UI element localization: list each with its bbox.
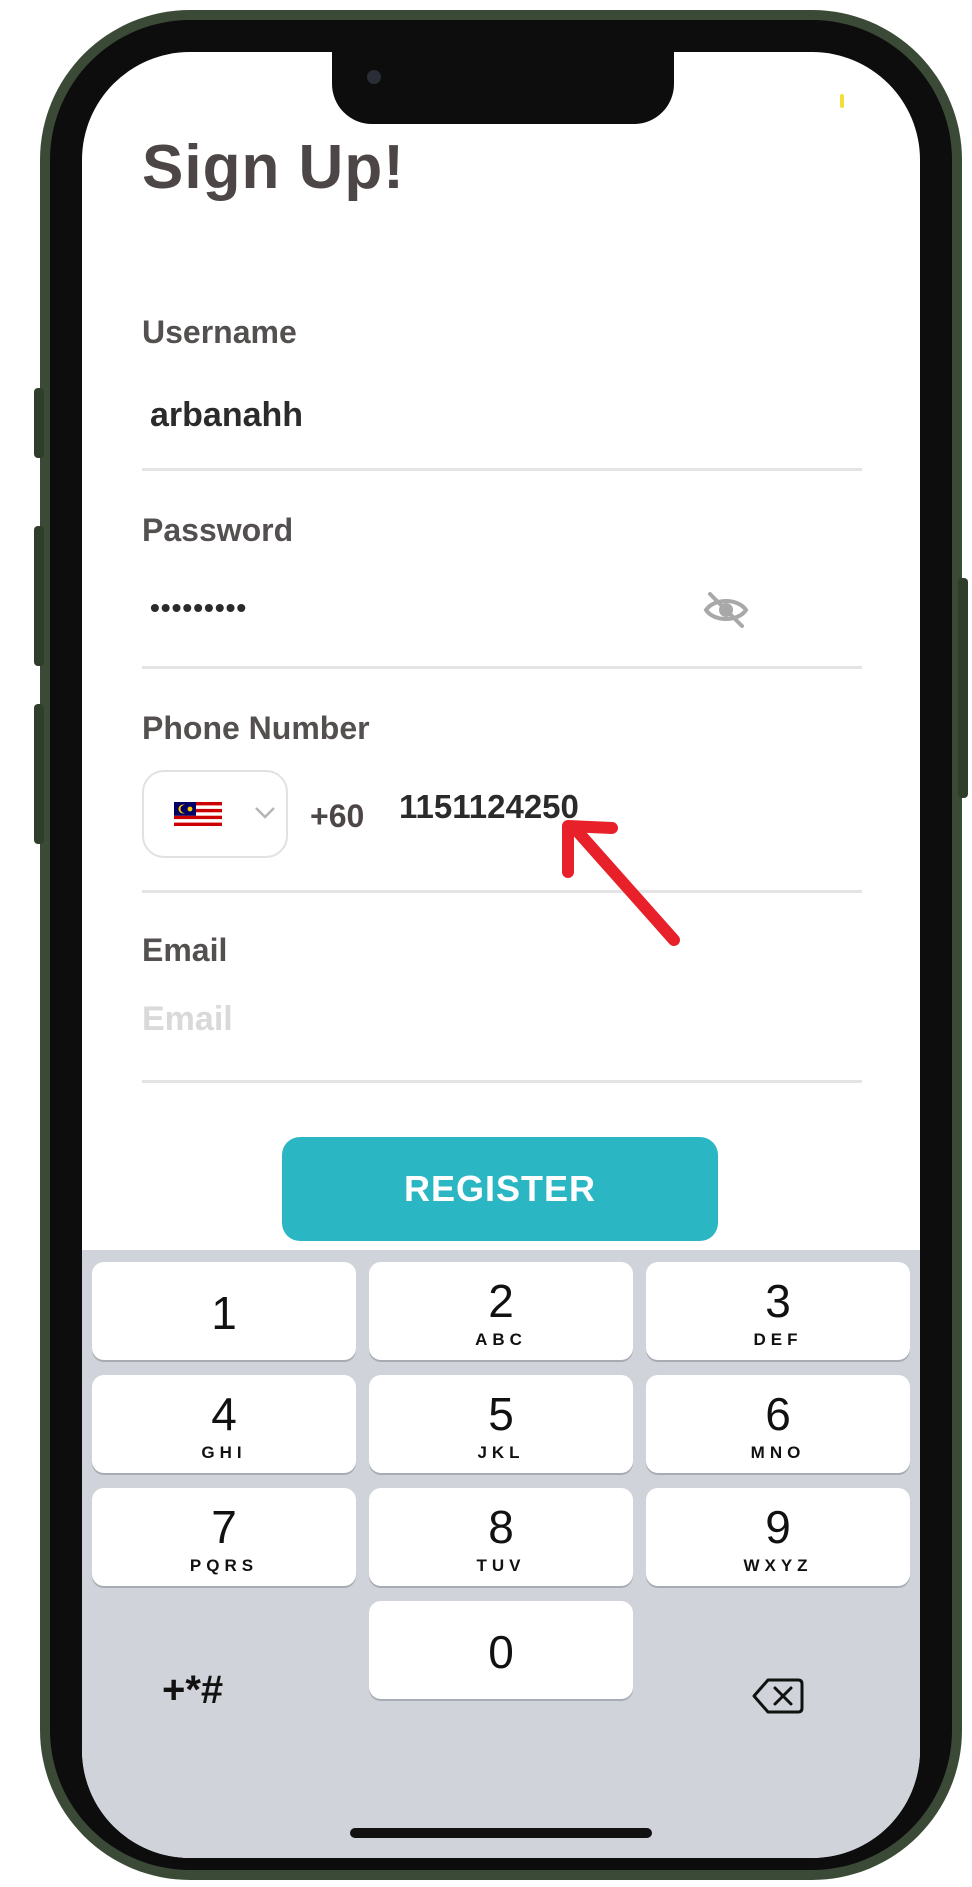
email-label: Email xyxy=(142,932,228,968)
phone-underline xyxy=(142,890,862,893)
red-arrow-annotation xyxy=(562,820,680,946)
side-button-volume-up xyxy=(34,526,44,666)
key-letters: DEF xyxy=(753,1330,803,1349)
key-number: 5 xyxy=(488,1388,514,1440)
key-number: 1 xyxy=(211,1287,237,1339)
key-letters: GHI xyxy=(201,1443,247,1462)
email-underline xyxy=(142,1080,862,1083)
page-title: Sign Up! xyxy=(142,133,405,202)
username-field[interactable]: arbanahh xyxy=(150,396,303,435)
key-number: 7 xyxy=(211,1501,237,1553)
key-number: 3 xyxy=(765,1275,791,1327)
key-number: 0 xyxy=(488,1626,514,1678)
home-indicator xyxy=(350,1828,652,1838)
backspace-icon[interactable] xyxy=(752,1676,804,1716)
symbols-key[interactable]: +*# xyxy=(162,1668,223,1713)
key-5[interactable]: 5 JKL xyxy=(369,1375,633,1473)
camera-icon xyxy=(367,70,381,84)
chevron-down-icon xyxy=(255,807,275,819)
country-selector[interactable] xyxy=(142,770,288,858)
key-letters: PQRS xyxy=(189,1556,259,1575)
key-letters: ABC xyxy=(475,1330,527,1349)
malaysia-flag-icon xyxy=(174,802,222,826)
notch xyxy=(332,52,674,124)
key-3[interactable]: 3 DEF xyxy=(646,1262,910,1360)
key-letters: MNO xyxy=(750,1443,806,1462)
key-2[interactable]: 2 ABC xyxy=(369,1262,633,1360)
status-indicator xyxy=(840,94,844,108)
key-number: 2 xyxy=(488,1275,514,1327)
key-number: 9 xyxy=(765,1501,791,1553)
key-6[interactable]: 6 MNO xyxy=(646,1375,910,1473)
phone-label: Phone Number xyxy=(142,710,370,746)
key-9[interactable]: 9 WXYZ xyxy=(646,1488,910,1586)
key-number: 6 xyxy=(765,1388,791,1440)
key-number: 4 xyxy=(211,1388,237,1440)
username-label: Username xyxy=(142,314,297,350)
numeric-keypad: 1 2 ABC 3 DEF 4 GHI 5 JKL 6 MNO 7 PQRS 8… xyxy=(82,1250,920,1858)
password-underline xyxy=(142,666,862,669)
side-button-mute xyxy=(34,388,44,458)
key-letters: TUV xyxy=(476,1556,526,1575)
side-button-power xyxy=(958,578,968,798)
side-button-volume-down xyxy=(34,704,44,844)
email-field[interactable]: Email xyxy=(142,1000,233,1039)
password-field[interactable]: ••••••••• xyxy=(150,592,247,624)
key-7[interactable]: 7 PQRS xyxy=(92,1488,356,1586)
eye-off-icon[interactable] xyxy=(702,586,750,634)
country-code: +60 xyxy=(310,798,365,834)
screen: Sign Up! Username arbanahh Password ••••… xyxy=(82,52,920,1858)
username-underline xyxy=(142,468,862,471)
password-label: Password xyxy=(142,512,294,548)
key-8[interactable]: 8 TUV xyxy=(369,1488,633,1586)
key-letters: WXYZ xyxy=(743,1556,813,1575)
key-4[interactable]: 4 GHI xyxy=(92,1375,356,1473)
key-1[interactable]: 1 xyxy=(92,1262,356,1360)
key-number: 8 xyxy=(488,1501,514,1553)
key-letters: JKL xyxy=(477,1443,525,1462)
key-0[interactable]: 0 xyxy=(369,1601,633,1699)
register-button[interactable]: REGISTER xyxy=(282,1137,718,1241)
